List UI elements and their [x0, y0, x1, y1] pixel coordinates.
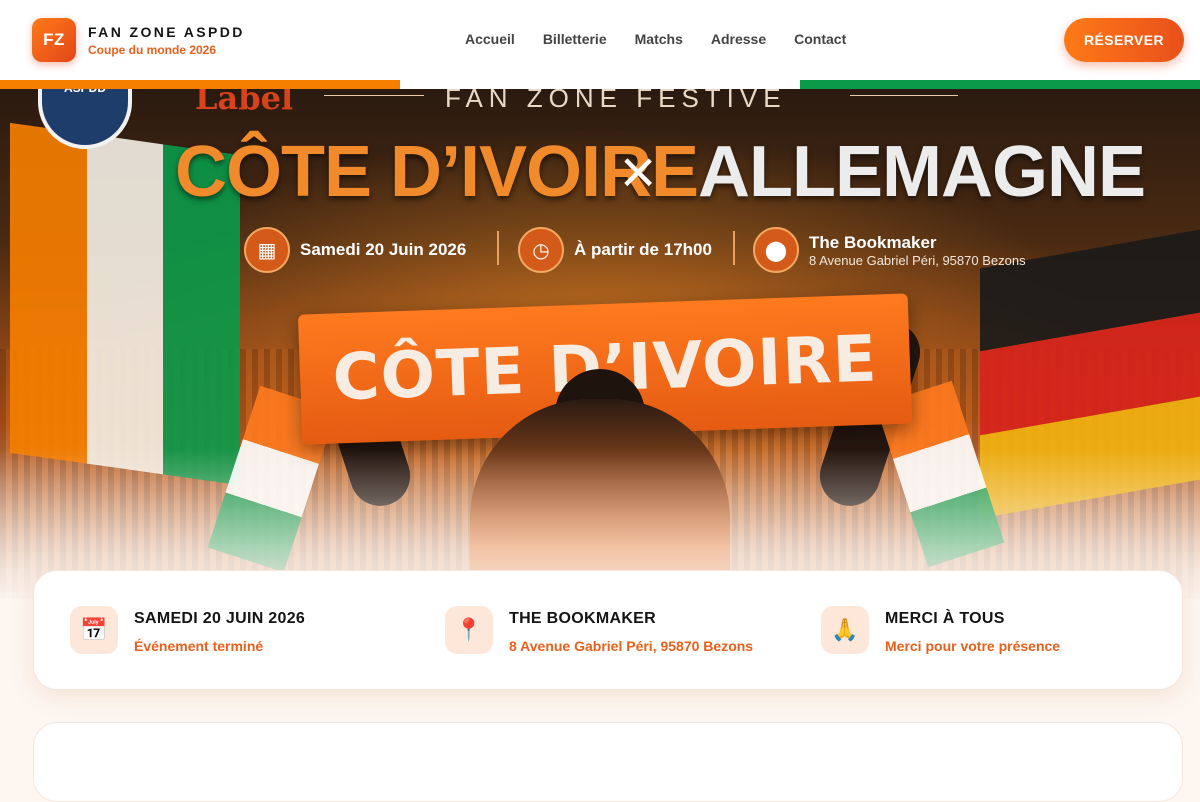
tricolor-white	[400, 80, 800, 89]
location-pin-icon: ⬤	[753, 227, 799, 273]
nav-item-matchs[interactable]: Matchs	[635, 31, 683, 47]
main-nav: Accueil Billetterie Matchs Adresse Conta…	[451, 31, 860, 47]
hero-time: ◷ À partir de 17h00	[518, 227, 712, 273]
partner-logo-text: Label	[195, 89, 294, 117]
nav-item-adresse[interactable]: Adresse	[711, 31, 766, 47]
logo-badge[interactable]: FZ	[32, 18, 76, 62]
nav-item-billetterie[interactable]: Billetterie	[543, 31, 607, 47]
nav-item-contact[interactable]: Contact	[794, 31, 846, 47]
divider-line	[324, 95, 424, 96]
info-subtitle[interactable]: 8 Avenue Gabriel Péri, 95870 Bezons	[509, 638, 753, 654]
location-pin-icon: 📍	[445, 606, 493, 654]
divider	[497, 231, 499, 265]
hero-venue-address: 8 Avenue Gabriel Péri, 95870 Bezons	[809, 252, 1026, 268]
hero-date: ▦ Samedi 20 Juin 2026	[244, 227, 466, 273]
brand-subtitle: Coupe du monde 2026	[88, 43, 217, 57]
nav-item-accueil[interactable]: Accueil	[465, 31, 515, 47]
next-section-card	[33, 722, 1183, 802]
hero-tagline: FAN ZONE FESTIVE	[445, 89, 787, 113]
hero-venue: ⬤ The Bookmaker 8 Avenue Gabriel Péri, 9…	[753, 227, 1026, 273]
info-item-date: 📅 SAMEDI 20 JUIN 2026 Événement terminé	[70, 606, 305, 654]
info-title: MERCI À TOUS	[885, 610, 1005, 627]
hero-banner: ASPDD Label FAN ZONE FESTIVE CÔTE D’IVOI…	[0, 89, 1200, 599]
info-title: THE BOOKMAKER	[509, 610, 657, 627]
site-header: FZ FAN ZONE ASPDD Coupe du monde 2026 Ac…	[0, 0, 1200, 80]
info-subtitle: Événement terminé	[134, 638, 264, 654]
brand-title[interactable]: FAN ZONE ASPDD	[88, 24, 245, 40]
tricolor-green	[800, 80, 1200, 89]
tricolor-bar	[0, 80, 1200, 89]
away-team-title: ALLEMAGNE	[698, 132, 1146, 212]
hero-date-text: Samedi 20 Juin 2026	[300, 240, 467, 259]
event-info-card: 📅 SAMEDI 20 JUIN 2026 Événement terminé …	[33, 570, 1183, 690]
hero-venue-name: The Bookmaker	[809, 232, 937, 252]
calendar-icon: ▦	[244, 227, 290, 273]
reserve-button[interactable]: RÉSERVER	[1064, 18, 1184, 62]
tricolor-orange	[0, 80, 400, 89]
info-item-thanks: 🙏 MERCI À TOUS Merci pour votre présence	[821, 606, 1060, 654]
divider-line	[850, 95, 958, 96]
info-item-venue: 📍 THE BOOKMAKER 8 Avenue Gabriel Péri, 9…	[445, 606, 753, 654]
calendar-icon: 📅	[70, 606, 118, 654]
clock-icon: ◷	[518, 227, 564, 273]
info-title: SAMEDI 20 JUIN 2026	[134, 610, 306, 627]
divider	[733, 231, 735, 265]
hero-time-text: À partir de 17h00	[574, 240, 712, 259]
praying-hands-icon: 🙏	[821, 606, 869, 654]
versus-icon: ×	[620, 138, 657, 207]
info-subtitle: Merci pour votre présence	[885, 638, 1061, 654]
